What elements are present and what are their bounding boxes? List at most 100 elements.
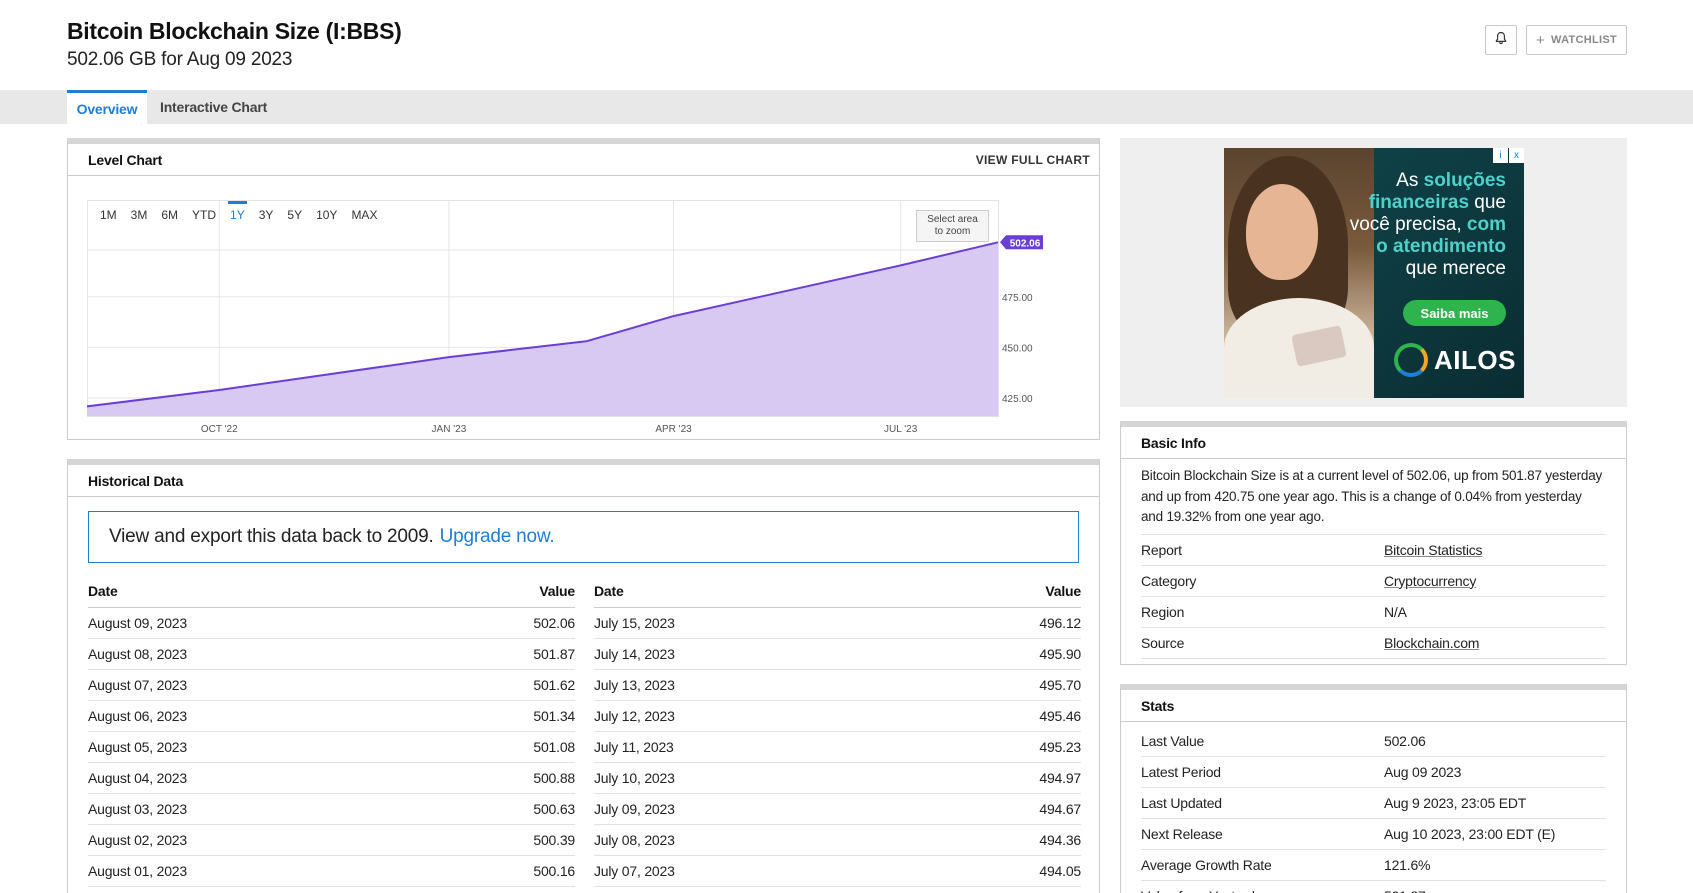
table-row: July 09, 2023 494.67: [594, 794, 1081, 825]
row-date: August 07, 2023: [88, 677, 187, 693]
view-full-chart-link[interactable]: VIEW FULL CHART: [976, 153, 1090, 167]
info-value[interactable]: Blockchain.com: [1384, 635, 1479, 651]
table-row: August 08, 2023 501.87: [88, 639, 575, 670]
row-value: 495.46: [1039, 708, 1081, 724]
ad-close-icon[interactable]: x: [1509, 148, 1524, 163]
stats-value: Aug 10 2023, 23:00 EDT (E): [1384, 826, 1556, 842]
table-row: August 07, 2023 501.62: [88, 670, 575, 701]
watchlist-button[interactable]: + WATCHLIST: [1526, 25, 1627, 55]
row-value: 501.34: [533, 708, 575, 724]
info-row: Report Bitcoin Statistics: [1141, 535, 1606, 566]
table-row: July 07, 2023 494.05: [594, 856, 1081, 887]
ad-headline: As soluções financeiras que você precisa…: [1326, 170, 1506, 280]
ad-info-icon[interactable]: i: [1493, 148, 1508, 163]
range-10y-button[interactable]: 10Y: [309, 205, 344, 225]
level-chart-panel: Level Chart VIEW FULL CHART OCT '22 JAN '…: [67, 138, 1100, 440]
stats-value: Aug 09 2023: [1384, 764, 1462, 780]
row-date: August 03, 2023: [88, 801, 187, 817]
table-row: July 08, 2023 494.36: [594, 825, 1081, 856]
level-chart-header: Level Chart VIEW FULL CHART: [68, 144, 1099, 176]
row-date: July 12, 2023: [594, 708, 675, 724]
range-max-button[interactable]: MAX: [344, 205, 384, 225]
tab-overview[interactable]: Overview: [67, 90, 147, 124]
row-value: 494.67: [1039, 801, 1081, 817]
x-tick-label: JUL '23: [884, 424, 918, 435]
stats-title: Stats: [1141, 697, 1175, 714]
range-6m-button[interactable]: 6M: [154, 205, 185, 225]
info-row: Region N/A: [1141, 597, 1606, 628]
info-key: Source: [1141, 634, 1185, 651]
row-value: 501.87: [533, 646, 575, 662]
row-value: 500.39: [533, 832, 575, 848]
row-date: July 07, 2023: [594, 863, 675, 879]
stats-row: Next Release Aug 10 2023, 23:00 EDT (E): [1141, 819, 1606, 850]
upgrade-link[interactable]: Upgrade now.: [440, 526, 555, 548]
row-date: July 13, 2023: [594, 677, 675, 693]
table-header: Date Value: [594, 575, 1081, 608]
page-title: Bitcoin Blockchain Size (I:BBS): [67, 18, 402, 44]
x-tick-label: JAN '23: [432, 424, 467, 435]
stats-key: Last Value: [1141, 733, 1205, 749]
row-date: July 11, 2023: [594, 739, 674, 755]
y-tick-label: 425.00: [1002, 394, 1033, 405]
row-value: 495.90: [1039, 646, 1081, 662]
plus-icon: +: [1535, 31, 1545, 49]
range-1m-button[interactable]: 1M: [93, 205, 124, 225]
range-ytd-button[interactable]: YTD: [185, 205, 223, 225]
table-row: July 13, 2023 495.70: [594, 670, 1081, 701]
date-column-header: Date: [88, 583, 118, 599]
row-value: 500.63: [533, 801, 575, 817]
ad-text-line3: você precisa,: [1349, 214, 1467, 235]
historical-table-right: Date Value July 15, 2023 496.12 July 14, 2…: [594, 575, 1081, 887]
row-value: 502.06: [533, 615, 575, 631]
table-row: August 06, 2023 501.34: [88, 701, 575, 732]
zoom-hint: Select area to zoom: [916, 210, 989, 242]
row-value: 495.23: [1039, 739, 1081, 755]
basic-info-header: Basic Info: [1121, 427, 1626, 459]
watchlist-label: WATCHLIST: [1551, 34, 1618, 46]
table-row: August 02, 2023 500.39: [88, 825, 575, 856]
tab-bar: Overview Interactive Chart: [0, 90, 1693, 124]
x-tick-label: OCT '22: [201, 424, 238, 435]
row-date: July 14, 2023: [594, 646, 675, 662]
info-value[interactable]: Bitcoin Statistics: [1384, 542, 1483, 558]
stats-key: Latest Period: [1141, 764, 1221, 780]
historical-table-left: Date Value August 09, 2023 502.06 August 0…: [88, 575, 575, 887]
range-3y-button[interactable]: 3Y: [252, 205, 281, 225]
stats-key: Last Updated: [1141, 795, 1222, 811]
basic-info-description: Bitcoin Blockchain Size is at a current …: [1141, 468, 1603, 524]
stats-row: Average Growth Rate 121.6%: [1141, 850, 1606, 881]
info-key: Category: [1141, 572, 1197, 589]
info-value: N/A: [1384, 603, 1407, 620]
tab-interactive-chart[interactable]: Interactive Chart: [160, 90, 267, 124]
table-row: August 01, 2023 500.16: [88, 856, 575, 887]
info-row: Source Blockchain.com: [1141, 628, 1606, 659]
basic-info-title: Basic Info: [1141, 434, 1206, 451]
zoom-hint-line1: Select area: [927, 214, 978, 225]
range-3m-button[interactable]: 3M: [124, 205, 155, 225]
row-date: July 10, 2023: [594, 770, 675, 786]
range-1y-button[interactable]: 1Y: [223, 201, 252, 225]
stats-panel: Stats Last Value 502.06 Latest Period Aug 0…: [1120, 684, 1627, 893]
row-value: 495.70: [1039, 677, 1081, 693]
info-value[interactable]: Cryptocurrency: [1384, 573, 1476, 589]
ad-text-line2-highlight: financeiras: [1368, 192, 1470, 213]
alert-bell-button[interactable]: [1485, 25, 1517, 55]
row-date: July 15, 2023: [594, 615, 675, 631]
ad-cta-button[interactable]: Saiba mais: [1403, 300, 1506, 326]
range-5y-button[interactable]: 5Y: [280, 205, 309, 225]
ad-text-line3-highlight: com: [1466, 214, 1506, 235]
row-value: 496.12: [1039, 615, 1081, 631]
table-row: July 11, 2023 495.23: [594, 732, 1081, 763]
row-date: July 08, 2023: [594, 832, 675, 848]
table-row: July 15, 2023 496.12: [594, 608, 1081, 639]
stats-row: Last Value 502.06: [1141, 726, 1606, 757]
row-date: August 06, 2023: [88, 708, 187, 724]
info-key: Report: [1141, 541, 1182, 558]
advertisement[interactable]: As soluções financeiras que você precisa…: [1224, 148, 1524, 398]
stats-value: 121.6%: [1384, 857, 1431, 873]
ad-text-line5: que merece: [1405, 258, 1506, 279]
stats-value: 501.87: [1384, 888, 1426, 893]
level-chart[interactable]: OCT '22 JAN '23 APR '23 JUL '23 425.00 450.00…: [87, 200, 1077, 438]
value-column-header: Value: [1045, 583, 1081, 599]
